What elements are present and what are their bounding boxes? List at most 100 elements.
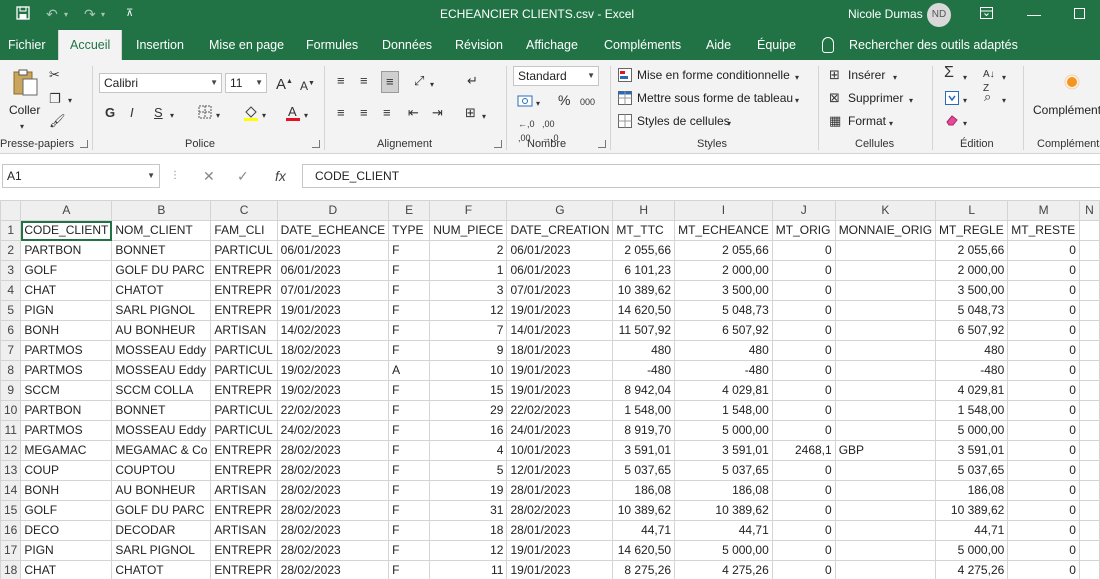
chevron-down-icon[interactable]: ▾	[889, 117, 893, 131]
avatar[interactable]: ND	[927, 3, 951, 27]
cell-e13[interactable]: F	[388, 460, 431, 481]
cell-g4[interactable]: 07/01/2023	[506, 280, 614, 301]
clear-dropdown-icon[interactable]: ▾	[963, 117, 967, 131]
row-header[interactable]: 2	[0, 240, 22, 261]
cell-i6[interactable]: 6 507,92	[674, 320, 773, 341]
cell-e17[interactable]: F	[388, 540, 431, 561]
sort-dropdown-icon[interactable]: ▾	[1002, 71, 1006, 85]
cell-c15[interactable]: ENTREPR	[210, 500, 278, 521]
cell-n9[interactable]	[1078, 380, 1100, 401]
name-box[interactable]: A1 ▼	[2, 164, 160, 188]
cell-b17[interactable]: SARL PIGNOL	[111, 540, 212, 561]
cell-d16[interactable]: 28/02/2023	[276, 520, 390, 541]
format-cells-icon[interactable]: ▦	[829, 114, 841, 128]
cell-m15[interactable]: 0	[1007, 500, 1080, 521]
cell-d2[interactable]: 06/01/2023	[276, 240, 390, 261]
autosum-dropdown-icon[interactable]: ▾	[963, 71, 967, 85]
cell-a6[interactable]: BONH	[20, 320, 113, 341]
cell-g14[interactable]: 28/01/2023	[506, 480, 614, 501]
cell-c13[interactable]: ENTREPR	[210, 460, 278, 481]
cell-l5[interactable]: 5 048,73	[935, 300, 1009, 321]
cell-f9[interactable]: 15	[429, 380, 508, 401]
cell-b6[interactable]: AU BONHEUR	[111, 320, 212, 341]
cell-a15[interactable]: GOLF	[20, 500, 113, 521]
fill-color-icon[interactable]	[243, 104, 259, 125]
cell-b12[interactable]: MEGAMAC & Co	[111, 440, 212, 461]
row-header[interactable]: 17	[0, 540, 22, 561]
cell-k15[interactable]	[834, 500, 937, 521]
cell-a14[interactable]: BONH	[20, 480, 113, 501]
cell-i17[interactable]: 5 000,00	[674, 540, 773, 561]
cell-h18[interactable]: 8 275,26	[612, 560, 676, 579]
cell-k8[interactable]	[834, 360, 937, 381]
cell-n16[interactable]	[1078, 520, 1100, 541]
column-header-i[interactable]: I	[674, 200, 773, 221]
customize-toolbar-icon[interactable]: ⊼	[126, 8, 133, 19]
cell-g6[interactable]: 14/01/2023	[506, 320, 614, 341]
fill-dropdown-icon[interactable]: ▾	[963, 94, 967, 108]
cell-n8[interactable]	[1078, 360, 1100, 381]
cell-c2[interactable]: PARTICUL	[210, 240, 278, 261]
cell-f1[interactable]: NUM_PIECE	[429, 220, 508, 241]
cell-i3[interactable]: 2 000,00	[674, 260, 773, 281]
orientation-dropdown-icon[interactable]: ▾	[430, 78, 434, 92]
accounting-dropdown-icon[interactable]: ▾	[536, 97, 540, 111]
tab-insertion[interactable]: Insertion	[136, 30, 184, 60]
cell-i13[interactable]: 5 037,65	[674, 460, 773, 481]
bold-button[interactable]: G	[105, 106, 115, 120]
cell-f3[interactable]: 1	[429, 260, 508, 281]
cell-f10[interactable]: 29	[429, 400, 508, 421]
addins-button[interactable]: Compléments	[1033, 103, 1100, 117]
cell-m8[interactable]: 0	[1007, 360, 1080, 381]
cell-c12[interactable]: ENTREPR	[210, 440, 278, 461]
cell-d5[interactable]: 19/01/2023	[276, 300, 390, 321]
format-painter-icon[interactable]: 🖌	[49, 114, 66, 128]
cell-a1[interactable]: CODE_CLIENT	[20, 220, 113, 241]
cell-e9[interactable]: F	[388, 380, 431, 401]
cell-m10[interactable]: 0	[1007, 400, 1080, 421]
cell-n6[interactable]	[1078, 320, 1100, 341]
find-dropdown-icon[interactable]: ▾	[1002, 94, 1006, 108]
cell-e7[interactable]: F	[388, 340, 431, 361]
format-as-table-icon[interactable]	[618, 91, 632, 108]
cell-c10[interactable]: PARTICUL	[210, 400, 278, 421]
cell-b10[interactable]: BONNET	[111, 400, 212, 421]
cell-g7[interactable]: 18/01/2023	[506, 340, 614, 361]
formula-input[interactable]: CODE_CLIENT	[302, 164, 1100, 188]
cell-c1[interactable]: FAM_CLI	[210, 220, 278, 241]
cell-g12[interactable]: 10/01/2023	[506, 440, 614, 461]
cell-e14[interactable]: F	[388, 480, 431, 501]
cell-k9[interactable]	[834, 380, 937, 401]
column-header-j[interactable]: J	[771, 200, 836, 221]
chevron-down-icon[interactable]: ▾	[909, 94, 913, 108]
borders-icon[interactable]	[198, 105, 212, 122]
alignment-launcher-icon[interactable]	[494, 140, 502, 148]
underline-button[interactable]: S	[154, 106, 163, 120]
cell-c5[interactable]: ENTREPR	[210, 300, 278, 321]
cell-k1[interactable]: MONNAIE_ORIG	[834, 220, 937, 241]
delete-button[interactable]: Supprimer	[848, 91, 903, 105]
cell-d6[interactable]: 14/02/2023	[276, 320, 390, 341]
search-tools[interactable]: Rechercher des outils adaptés	[849, 30, 1018, 60]
cell-k7[interactable]	[834, 340, 937, 361]
tab-donnees[interactable]: Données	[382, 30, 432, 60]
addins-icon[interactable]	[1064, 74, 1080, 93]
font-color-dropdown-icon[interactable]: ▾	[304, 109, 308, 123]
cell-b18[interactable]: CHATOT	[111, 560, 212, 579]
tab-complements[interactable]: Compléments	[604, 30, 681, 60]
cell-c18[interactable]: ENTREPR	[210, 560, 278, 579]
cell-k11[interactable]	[834, 420, 937, 441]
insert-function-button[interactable]: fx	[275, 168, 286, 184]
cell-a3[interactable]: GOLF	[20, 260, 113, 281]
tab-formules[interactable]: Formules	[306, 30, 358, 60]
row-header[interactable]: 3	[0, 260, 22, 281]
underline-dropdown-icon[interactable]: ▾	[170, 109, 174, 123]
cell-f16[interactable]: 18	[429, 520, 508, 541]
undo-icon[interactable]: ↶	[46, 6, 58, 23]
cell-l6[interactable]: 6 507,92	[935, 320, 1009, 341]
cell-i18[interactable]: 4 275,26	[674, 560, 773, 579]
cell-a9[interactable]: SCCM	[20, 380, 113, 401]
row-header[interactable]: 16	[0, 520, 22, 541]
cell-f7[interactable]: 9	[429, 340, 508, 361]
cell-g9[interactable]: 19/01/2023	[506, 380, 614, 401]
